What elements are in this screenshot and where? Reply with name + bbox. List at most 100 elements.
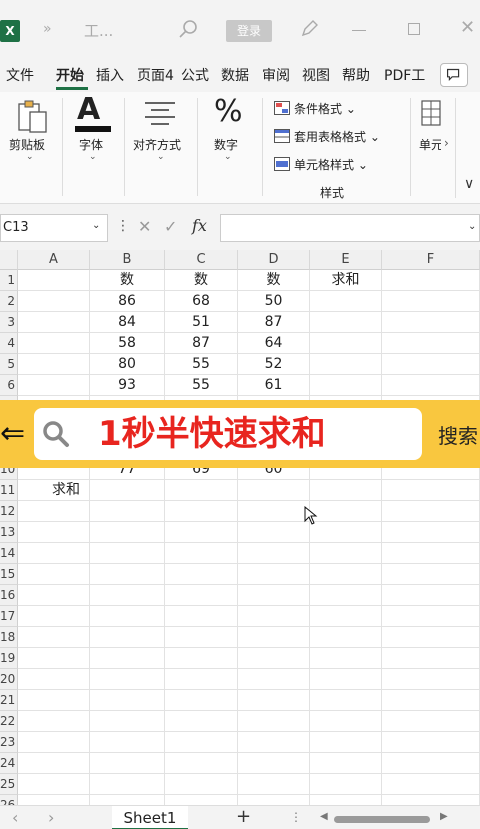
cells-group[interactable]: 单元 [411,92,441,204]
column-header-c[interactable]: C [165,250,238,270]
cell[interactable] [165,585,238,606]
confirm-icon[interactable]: ✓ [164,217,177,236]
cell[interactable] [90,711,165,732]
cell[interactable]: 55 [165,375,238,396]
column-header-f[interactable]: F [382,250,480,270]
cell[interactable] [310,795,382,805]
cell[interactable] [382,711,480,732]
cell[interactable] [18,606,90,627]
cell[interactable] [18,291,90,312]
cell[interactable]: 58 [90,333,165,354]
row-header[interactable]: 21 [0,690,18,711]
cell[interactable]: 50 [238,291,310,312]
tab-review[interactable]: 审阅 [262,65,290,85]
comments-button[interactable] [440,63,468,87]
cell[interactable] [310,354,382,375]
cell[interactable] [310,774,382,795]
cell[interactable]: 数 [90,270,165,291]
cell[interactable] [382,690,480,711]
expand-formula-icon[interactable]: ⌄ [468,221,476,232]
cell[interactable]: 51 [165,312,238,333]
alignment-group[interactable]: 对齐方式 ⌄ [125,92,197,204]
row-header[interactable]: 14 [0,543,18,564]
cell[interactable] [165,711,238,732]
add-sheet-button[interactable]: + [236,806,251,827]
chevron-down-icon[interactable]: ⌄ [92,220,100,231]
cell[interactable] [310,480,382,501]
next-sheet-icon[interactable]: › [48,808,54,827]
row-header[interactable]: 19 [0,648,18,669]
cell[interactable] [165,564,238,585]
cell[interactable] [18,501,90,522]
cell[interactable]: 87 [238,312,310,333]
close-icon[interactable]: ✕ [460,17,475,38]
tab-insert[interactable]: 插入 [96,65,124,85]
row-header[interactable]: 4 [0,333,18,354]
cell[interactable] [90,732,165,753]
cell[interactable] [18,312,90,333]
row-header[interactable]: 11 [0,480,18,501]
cell[interactable] [18,669,90,690]
cell[interactable] [18,333,90,354]
cell[interactable]: 数 [165,270,238,291]
cell[interactable]: 87 [165,333,238,354]
cell[interactable] [90,627,165,648]
cell[interactable] [310,690,382,711]
maximize-icon[interactable] [408,23,420,35]
row-header[interactable]: 13 [0,522,18,543]
cell[interactable]: 求和 [18,480,90,501]
tab-page-layout[interactable]: 页面4 [137,65,174,85]
cell[interactable] [382,564,480,585]
row-header[interactable]: 5 [0,354,18,375]
cell[interactable] [165,627,238,648]
cell[interactable] [382,522,480,543]
row-header[interactable]: 25 [0,774,18,795]
cell[interactable] [18,627,90,648]
format-as-table-button[interactable]: 套用表格格式 ⌄ [274,128,380,145]
row-header[interactable]: 22 [0,711,18,732]
cell[interactable]: 52 [238,354,310,375]
cell[interactable] [165,648,238,669]
row-header[interactable]: 12 [0,501,18,522]
cell[interactable] [310,312,382,333]
cell[interactable] [238,753,310,774]
scroll-right-icon[interactable]: ▶ [440,811,448,822]
cell[interactable] [165,501,238,522]
spreadsheet-grid[interactable]: A B C D E F 1 数数数求和 2 86 68 50 3 84 51 87 4 58 87 64 5 80 55 52… [0,250,480,805]
cell[interactable] [18,753,90,774]
cell[interactable] [382,270,480,291]
cell[interactable] [310,753,382,774]
pen-icon[interactable] [298,18,320,40]
cell[interactable] [165,606,238,627]
cell[interactable] [310,333,382,354]
ribbon-more-icon[interactable]: › [444,136,449,150]
cell[interactable] [18,732,90,753]
qat-more-button[interactable]: » [43,21,52,37]
cell[interactable] [382,312,480,333]
search-box[interactable]: 1秒半快速求和 [34,408,422,460]
cell[interactable] [90,690,165,711]
row-header[interactable]: 26 [0,795,18,805]
cell[interactable] [18,648,90,669]
cell[interactable]: 86 [90,291,165,312]
cell[interactable]: 数 [238,270,310,291]
cell[interactable] [310,648,382,669]
row-header[interactable]: 24 [0,753,18,774]
column-header-e[interactable]: E [310,250,382,270]
cell[interactable] [165,543,238,564]
cell[interactable] [238,480,310,501]
scroll-left-icon[interactable]: ◀ [320,811,328,822]
cell[interactable] [382,543,480,564]
tab-pdf[interactable]: PDF工 [384,65,425,85]
row-header[interactable]: 18 [0,627,18,648]
row-header[interactable]: 20 [0,669,18,690]
row-header[interactable]: 1 [0,270,18,291]
cell[interactable] [165,774,238,795]
select-all-corner[interactable] [0,250,18,270]
cell[interactable] [382,753,480,774]
font-group[interactable]: A 字体 ⌄ [63,92,125,204]
cell[interactable]: 求和 [310,270,382,291]
cell[interactable]: 61 [238,375,310,396]
tab-formulas[interactable]: 公式 [181,65,209,85]
number-group[interactable]: % 数字 ⌄ [198,92,260,204]
